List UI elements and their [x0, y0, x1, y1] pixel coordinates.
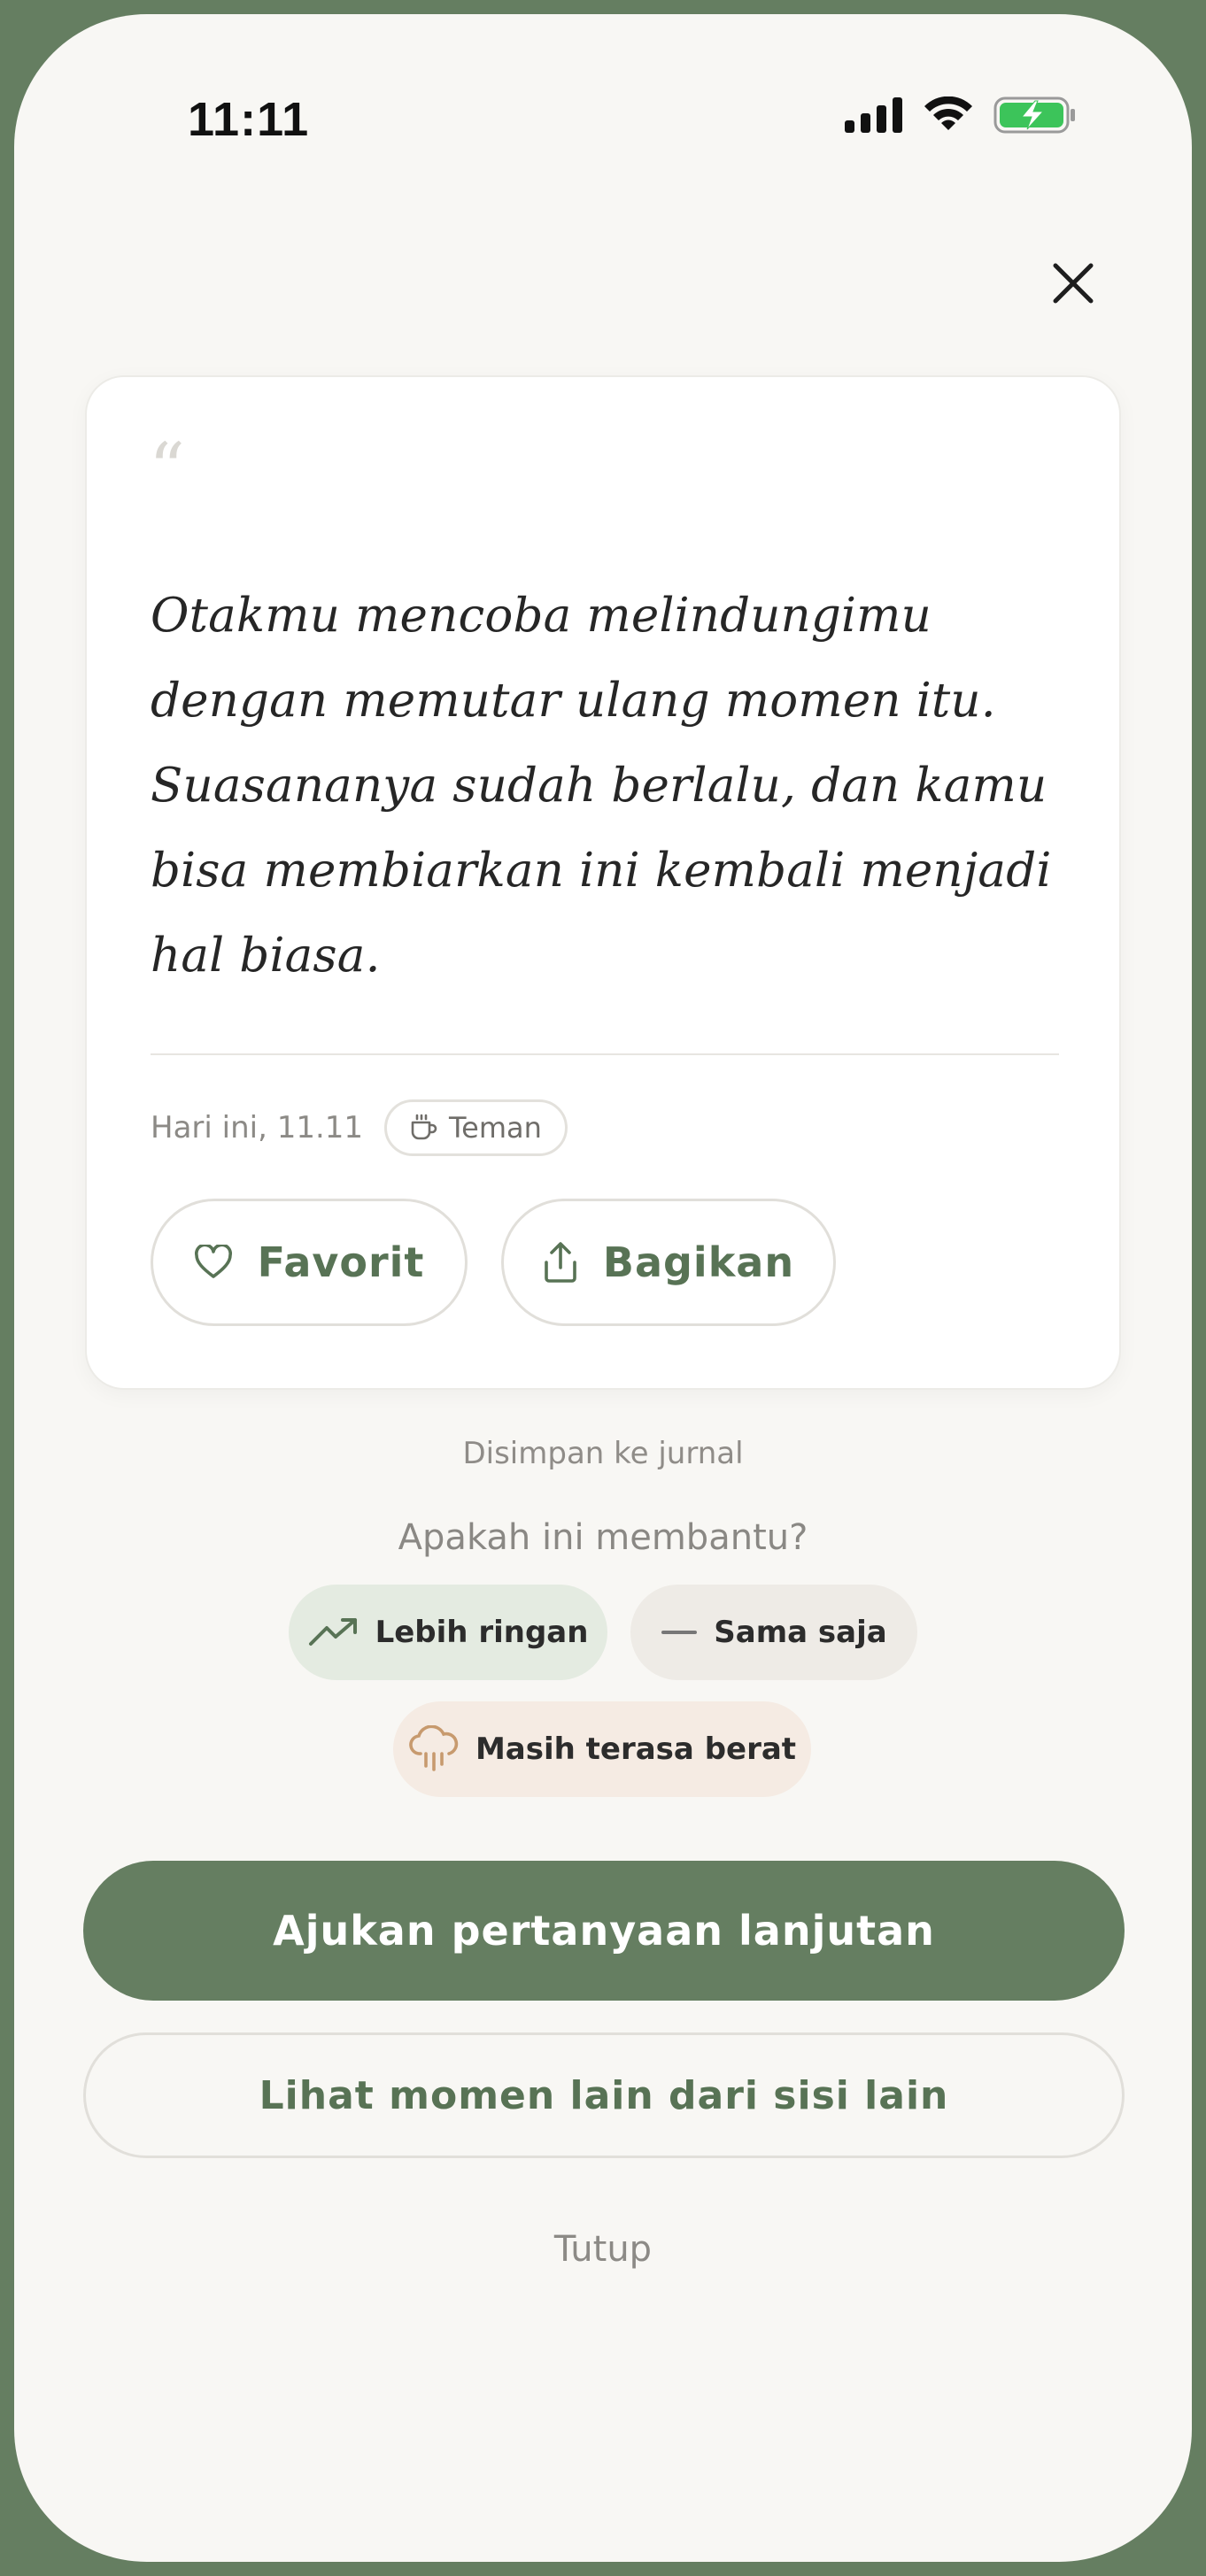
context-tag: Teman [384, 1099, 568, 1156]
quote-text: Otakmu mencoba melindungimu dengan memut… [151, 589, 1052, 983]
feedback-heavy-chip[interactable]: Masih terasa berat [393, 1701, 811, 1797]
favorite-label: Favorit [257, 1238, 425, 1286]
device-frame: 11:11 “ Otakmu mencoba melindungimu deng… [0, 0, 1206, 2576]
ask-follow-up-button[interactable]: Ajukan pertanyaan lanjutan [83, 1861, 1125, 2001]
feedback-heavy-label: Masih terasa berat [475, 1731, 797, 1767]
see-other-perspective-button[interactable]: Lihat momen lain dari sisi lain [83, 2032, 1125, 2158]
card-divider [151, 1053, 1059, 1055]
context-tag-label: Teman [449, 1111, 542, 1145]
quote-mark-icon: “ [149, 428, 185, 510]
heart-icon [194, 1245, 232, 1278]
app-screen: 11:11 “ Otakmu mencoba melindungimu deng… [14, 14, 1192, 2562]
quote-meta: Hari ini, 11.11 Teman [151, 1099, 568, 1156]
card-actions: Favorit Bagikan [151, 1199, 836, 1326]
status-time: 11:11 [188, 93, 310, 146]
share-icon [545, 1242, 576, 1283]
close-icon [1053, 263, 1094, 304]
saved-to-journal-note: Disimpan ke jurnal [462, 1436, 744, 1471]
favorite-button[interactable]: Favorit [151, 1199, 468, 1326]
signal-icon [845, 97, 902, 133]
feedback-lighter-label: Lebih ringan [375, 1615, 589, 1650]
coffee-cup-icon [411, 1114, 437, 1140]
battery-charging-icon [993, 96, 1075, 134]
trending-up-icon [308, 1618, 357, 1646]
quote-card: “ Otakmu mencoba melindungimu dengan mem… [85, 375, 1121, 1390]
close-button[interactable] [1031, 241, 1116, 326]
share-label: Bagikan [602, 1238, 795, 1286]
feedback-same-label: Sama saja [714, 1615, 887, 1650]
close-link[interactable]: Tutup [14, 2229, 1192, 2270]
share-button[interactable]: Bagikan [501, 1199, 836, 1326]
wifi-icon [924, 96, 972, 130]
feedback-same-chip[interactable]: Sama saja [630, 1585, 917, 1680]
minus-icon [661, 1631, 698, 1634]
status-icons [845, 96, 1077, 135]
quote-timestamp: Hari ini, 11.11 [151, 1110, 364, 1145]
rain-cloud-icon [409, 1725, 459, 1771]
feedback-question: Apakah ini membantu? [398, 1517, 808, 1558]
feedback-lighter-chip[interactable]: Lebih ringan [289, 1585, 607, 1680]
